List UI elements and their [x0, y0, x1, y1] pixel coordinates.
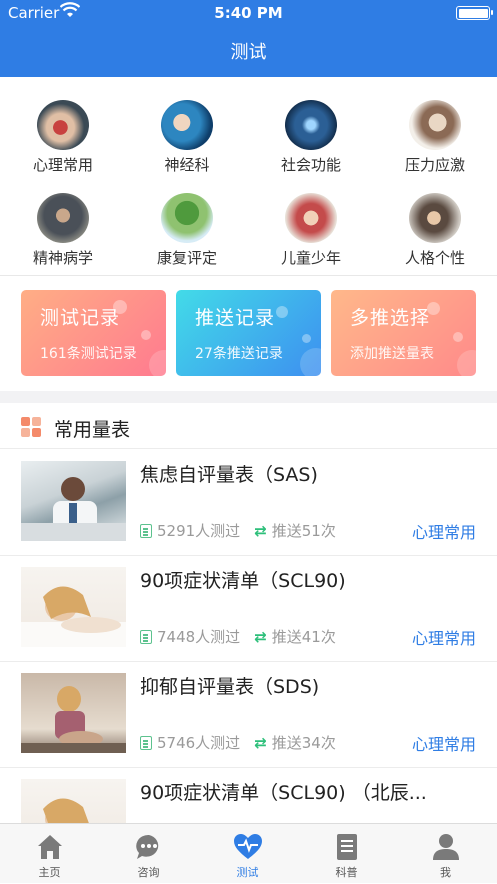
chat-icon	[134, 832, 164, 862]
card-title: 多推选择	[350, 307, 431, 329]
category-label: 社会功能	[280, 156, 341, 174]
swap-arrows-icon: ⇄	[254, 628, 267, 646]
scale-name: 抑郁自评量表（SDS)	[140, 676, 320, 698]
scale-tag[interactable]: 心理常用	[412, 625, 476, 649]
tab-science[interactable]: 科普	[297, 824, 396, 884]
document-icon	[140, 524, 152, 538]
category-rehab[interactable]: 康复评定	[125, 193, 249, 268]
tab-label: 咨询	[137, 866, 160, 879]
category-personality[interactable]: 人格个性	[373, 193, 497, 268]
category-social-function[interactable]: 社会功能	[249, 100, 373, 175]
home-icon	[35, 832, 65, 862]
scale-name: 焦虑自评量表（SAS)	[140, 464, 318, 486]
test-count: 5746人测过	[157, 734, 241, 752]
scale-thumbnail	[21, 673, 126, 753]
person-icon	[431, 832, 461, 862]
tab-home[interactable]: 主页	[0, 824, 99, 884]
scale-list-item[interactable]: 抑郁自评量表（SDS) 5746人测过 ⇄ 推送34次 心理常用	[0, 662, 497, 768]
tab-me[interactable]: 我	[396, 824, 495, 884]
action-cards: 测试记录 161条测试记录 推送记录 27条推送记录 多推选择 添加推送量表	[0, 277, 497, 391]
scale-name: 90项症状清单（SCL90) （北辰...	[140, 782, 427, 804]
category-psychiatry[interactable]: 精神病学	[1, 193, 125, 268]
category-label: 人格个性	[404, 249, 465, 267]
scale-thumbnail	[21, 567, 126, 647]
push-records-card[interactable]: 推送记录 27条推送记录	[176, 290, 321, 376]
test-records-card[interactable]: 测试记录 161条测试记录	[21, 290, 166, 376]
document-icon	[140, 736, 152, 750]
card-subtitle: 添加推送量表	[350, 346, 434, 362]
page-title: 测试	[230, 42, 267, 63]
scale-meta: 5746人测过 ⇄ 推送34次	[140, 732, 336, 753]
card-subtitle: 27条推送记录	[195, 346, 283, 362]
category-photo	[409, 100, 461, 150]
tab-bar: 主页 咨询 测试 科普 我	[0, 823, 497, 883]
scale-tag[interactable]: 心理常用	[412, 731, 476, 755]
category-grid: 心理常用 神经科 社会功能 压力应激 精神病学 康复评定 儿童少年 人格个性	[0, 77, 497, 276]
scale-meta: 7448人测过 ⇄ 推送41次	[140, 626, 336, 647]
status-bar: Carrier 5:40 PM	[0, 0, 497, 26]
category-photo	[409, 193, 461, 243]
scale-list-item[interactable]: 90项症状清单（SCL90) 7448人测过 ⇄ 推送41次 心理常用	[0, 556, 497, 662]
category-photo	[37, 100, 89, 150]
category-label: 康复评定	[156, 249, 217, 267]
scale-thumbnail	[21, 461, 126, 541]
push-count: 推送41次	[271, 628, 336, 646]
scale-meta: 5291人测过 ⇄ 推送51次	[140, 520, 336, 541]
tab-consult[interactable]: 咨询	[99, 824, 198, 884]
scale-tag[interactable]: 心理常用	[412, 519, 476, 543]
category-label: 神经科	[164, 156, 210, 174]
heart-pulse-icon	[233, 832, 263, 862]
category-photo	[285, 193, 337, 243]
tab-label: 测试	[236, 866, 259, 879]
category-label: 心理常用	[32, 156, 93, 174]
app-header: Carrier 5:40 PM 测试	[0, 0, 497, 77]
swap-arrows-icon: ⇄	[254, 734, 267, 752]
clock: 5:40 PM	[214, 4, 283, 22]
section-title: 常用量表	[54, 419, 131, 441]
card-title: 测试记录	[40, 307, 121, 329]
category-photo	[161, 100, 213, 150]
category-neurology[interactable]: 神经科	[125, 100, 249, 175]
tab-label: 主页	[38, 866, 61, 879]
category-label: 压力应激	[404, 156, 465, 174]
section-header: 常用量表	[0, 403, 497, 449]
category-children[interactable]: 儿童少年	[249, 193, 373, 268]
scale-list-item[interactable]: 焦虑自评量表（SAS) 5291人测过 ⇄ 推送51次 心理常用	[0, 450, 497, 556]
multi-push-card[interactable]: 多推选择 添加推送量表	[331, 290, 476, 376]
tab-test[interactable]: 测试	[198, 824, 297, 884]
category-photo	[285, 100, 337, 150]
tab-label: 科普	[335, 866, 358, 879]
push-count: 推送34次	[271, 734, 336, 752]
test-count: 5291人测过	[157, 522, 241, 540]
card-title: 推送记录	[195, 307, 276, 329]
push-count: 推送51次	[271, 522, 336, 540]
category-stress[interactable]: 压力应激	[373, 100, 497, 175]
document-icon	[140, 630, 152, 644]
category-photo	[37, 193, 89, 243]
swap-arrows-icon: ⇄	[254, 522, 267, 540]
category-photo	[161, 193, 213, 243]
battery-icon	[456, 6, 493, 20]
grid-icon	[21, 417, 41, 437]
card-subtitle: 161条测试记录	[40, 346, 137, 362]
scale-name: 90项症状清单（SCL90)	[140, 570, 346, 592]
category-label: 儿童少年	[280, 249, 341, 267]
document-icon	[332, 832, 362, 862]
test-count: 7448人测过	[157, 628, 241, 646]
category-label: 精神病学	[32, 249, 93, 267]
section-divider	[0, 391, 497, 403]
tab-label: 我	[440, 866, 451, 879]
category-psych-common[interactable]: 心理常用	[1, 100, 125, 175]
